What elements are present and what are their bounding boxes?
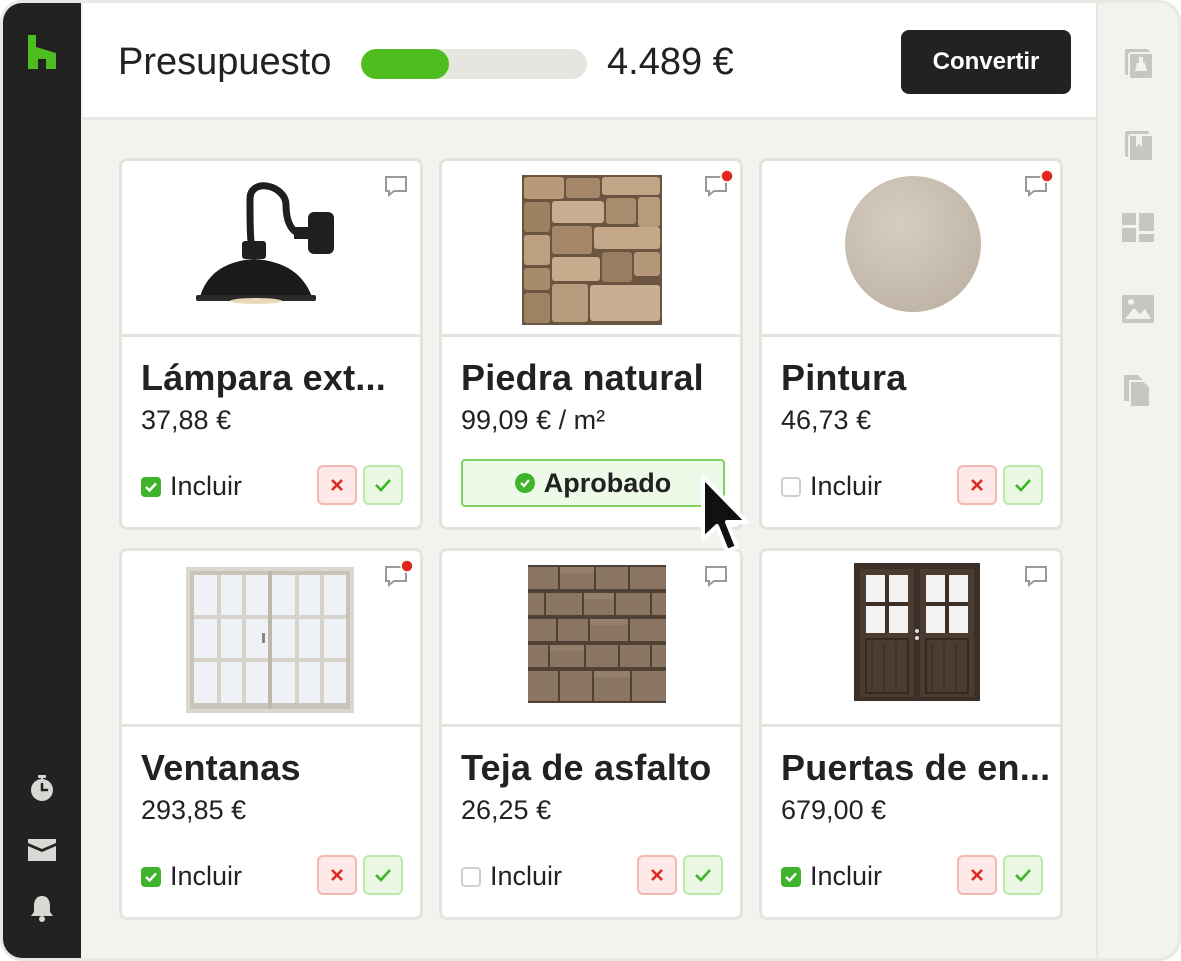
product-title: Piedra natural: [461, 357, 704, 398]
mouse-pointer-icon: [701, 475, 749, 553]
approve-button[interactable]: [1003, 855, 1043, 895]
budget-progress-fill: [361, 49, 450, 79]
budget-amount: 4.489 €: [607, 41, 734, 83]
close-icon: [971, 869, 983, 881]
lamp-image: [196, 182, 334, 304]
product-title: Puertas de en...: [781, 747, 1051, 788]
product-image-area: [442, 551, 740, 727]
comment-icon[interactable]: [384, 175, 408, 197]
include-label: Incluir: [170, 471, 243, 501]
include-checkbox[interactable]: Incluir: [781, 861, 882, 892]
checkbox-checked-icon[interactable]: [781, 866, 801, 887]
product-card-stone[interactable]: Piedra natural 99,09 € / m² Aprobado: [439, 158, 743, 530]
bell-icon[interactable]: [27, 893, 57, 923]
product-title: Lámpara ext...: [141, 357, 386, 398]
approved-check-icon: [514, 473, 535, 493]
product-price: 46,73 €: [781, 405, 872, 435]
product-card-window[interactable]: Ventanas 293,85 € Incluir: [119, 548, 423, 920]
swatch-book-icon[interactable]: [1120, 127, 1156, 163]
product-title: Ventanas: [141, 747, 301, 788]
product-price: 37,88 €: [141, 405, 232, 435]
check-icon: [375, 869, 391, 882]
product-image-area: [442, 161, 740, 337]
approve-button[interactable]: [363, 465, 403, 505]
stopwatch-icon[interactable]: [27, 773, 57, 803]
include-label: Incluir: [490, 861, 563, 891]
paint-bucket-icon[interactable]: [1120, 45, 1156, 81]
reject-button[interactable]: [317, 465, 357, 505]
close-icon: [331, 869, 343, 881]
close-icon: [331, 479, 343, 491]
close-icon: [651, 869, 663, 881]
product-price: 293,85 €: [141, 795, 247, 825]
product-card-paint[interactable]: Pintura 46,73 € Incluir: [759, 158, 1063, 530]
check-icon: [375, 479, 391, 492]
include-label: Incluir: [810, 471, 883, 501]
notification-dot-icon: [400, 559, 414, 573]
budget-header: Presupuesto 4.489 € Convertir: [83, 3, 1100, 120]
door-image: [854, 563, 980, 701]
budget-progress-bar: [361, 49, 587, 79]
check-icon: [695, 869, 711, 882]
reject-button[interactable]: [957, 465, 997, 505]
include-checkbox[interactable]: Incluir: [141, 471, 242, 502]
approve-button[interactable]: [363, 855, 403, 895]
product-title: Teja de asfalto: [461, 747, 712, 788]
app-window: Presupuesto 4.489 € Convertir Lámpara ex…: [0, 0, 1181, 961]
paint-swatch-image: [845, 176, 981, 312]
layout-icon[interactable]: [1120, 209, 1156, 245]
include-label: Incluir: [170, 861, 243, 891]
approved-label: Aprobado: [543, 467, 672, 498]
document-icon[interactable]: [1120, 373, 1156, 409]
approve-button[interactable]: [683, 855, 723, 895]
product-title: Pintura: [781, 357, 907, 398]
checkbox-unchecked-icon[interactable]: [461, 866, 481, 887]
product-price: 99,09 € / m²: [461, 405, 606, 435]
notification-dot-icon: [1040, 169, 1054, 183]
houzz-logo-icon[interactable]: [26, 35, 58, 69]
product-image-area: [122, 551, 420, 727]
reject-button[interactable]: [637, 855, 677, 895]
checkbox-unchecked-icon[interactable]: [781, 476, 801, 497]
product-card-door[interactable]: Puertas de en... 679,00 € Incluir: [759, 548, 1063, 920]
checkbox-checked-icon[interactable]: [141, 476, 161, 497]
check-icon: [1015, 479, 1031, 492]
inbox-icon[interactable]: [27, 835, 57, 865]
image-icon[interactable]: [1120, 291, 1156, 327]
convert-button[interactable]: Convertir: [901, 30, 1071, 94]
check-icon: [1015, 869, 1031, 882]
right-toolbar: [1096, 3, 1178, 958]
product-image-area: [762, 551, 1060, 727]
product-price: 26,25 €: [461, 795, 552, 825]
budget-label: Presupuesto: [118, 41, 332, 83]
notification-dot-icon: [720, 169, 734, 183]
approved-status-badge: Aprobado: [461, 459, 725, 507]
checkbox-checked-icon[interactable]: [141, 866, 161, 887]
product-card-shingle[interactable]: Teja de asfalto 26,25 € Incluir: [439, 548, 743, 920]
include-checkbox[interactable]: Incluir: [141, 861, 242, 892]
comment-icon[interactable]: [1024, 565, 1048, 587]
reject-button[interactable]: [317, 855, 357, 895]
reject-button[interactable]: [957, 855, 997, 895]
include-label: Incluir: [810, 861, 883, 891]
approve-button[interactable]: [1003, 465, 1043, 505]
left-sidebar: [3, 3, 81, 958]
product-image-area: [762, 161, 1060, 337]
product-price: 679,00 €: [781, 795, 887, 825]
include-checkbox[interactable]: Incluir: [781, 471, 882, 502]
shingle-image: [528, 565, 666, 703]
comment-icon[interactable]: [704, 565, 728, 587]
include-checkbox[interactable]: Incluir: [461, 861, 562, 892]
window-image: [186, 567, 354, 713]
close-icon: [971, 479, 983, 491]
product-card-lamp[interactable]: Lámpara ext... 37,88 € Incluir: [119, 158, 423, 530]
product-image-area: [122, 161, 420, 337]
stone-image: [522, 175, 662, 325]
